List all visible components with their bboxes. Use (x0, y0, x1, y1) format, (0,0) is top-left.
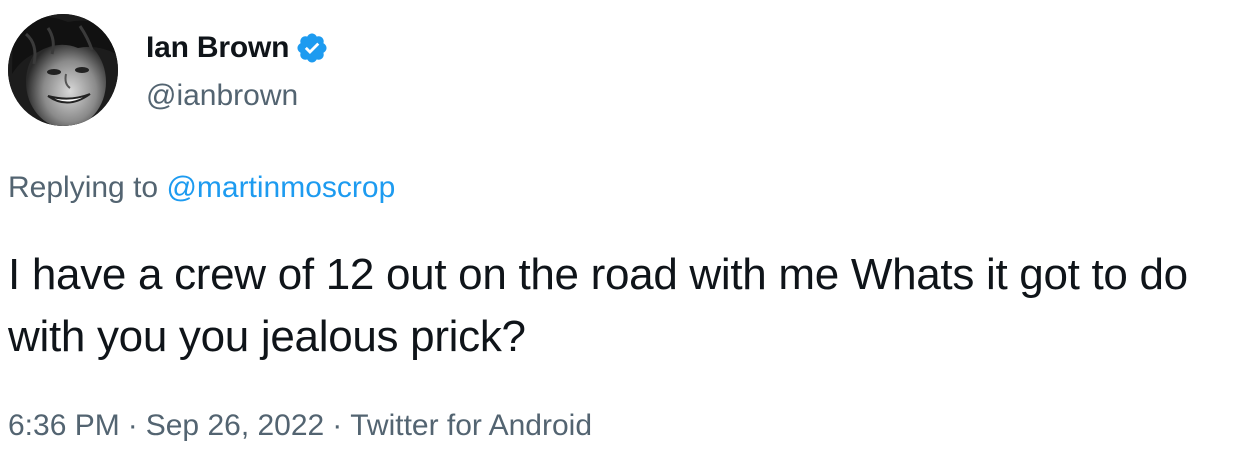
verified-badge-icon (295, 31, 329, 65)
author-name-row: Ian Brown (146, 28, 329, 68)
tweet-date[interactable]: Sep 26, 2022 (146, 409, 325, 442)
meta-separator: · (332, 409, 343, 442)
avatar[interactable] (8, 14, 118, 126)
meta-separator: · (127, 409, 138, 442)
replying-to-label: Replying to (8, 171, 167, 204)
avatar-photo (8, 14, 118, 126)
author-handle[interactable]: @ianbrown (146, 76, 298, 116)
tweet-time[interactable]: 6:36 PM (8, 409, 120, 442)
tweet-text: I have a crew of 12 out on the road with… (8, 250, 1188, 361)
tweet-metadata: 6:36 PM · Sep 26, 2022 · Twitter for Android (8, 406, 592, 446)
author-display-name[interactable]: Ian Brown (146, 28, 289, 68)
reply-mention-link[interactable]: @martinmoscrop (166, 171, 395, 204)
tweet-source[interactable]: Twitter for Android (350, 409, 592, 442)
tweet-card: Ian Brown @ianbrown Replying to @martinm… (0, 0, 1254, 470)
replying-to-line: Replying to @martinmoscrop (8, 168, 395, 208)
